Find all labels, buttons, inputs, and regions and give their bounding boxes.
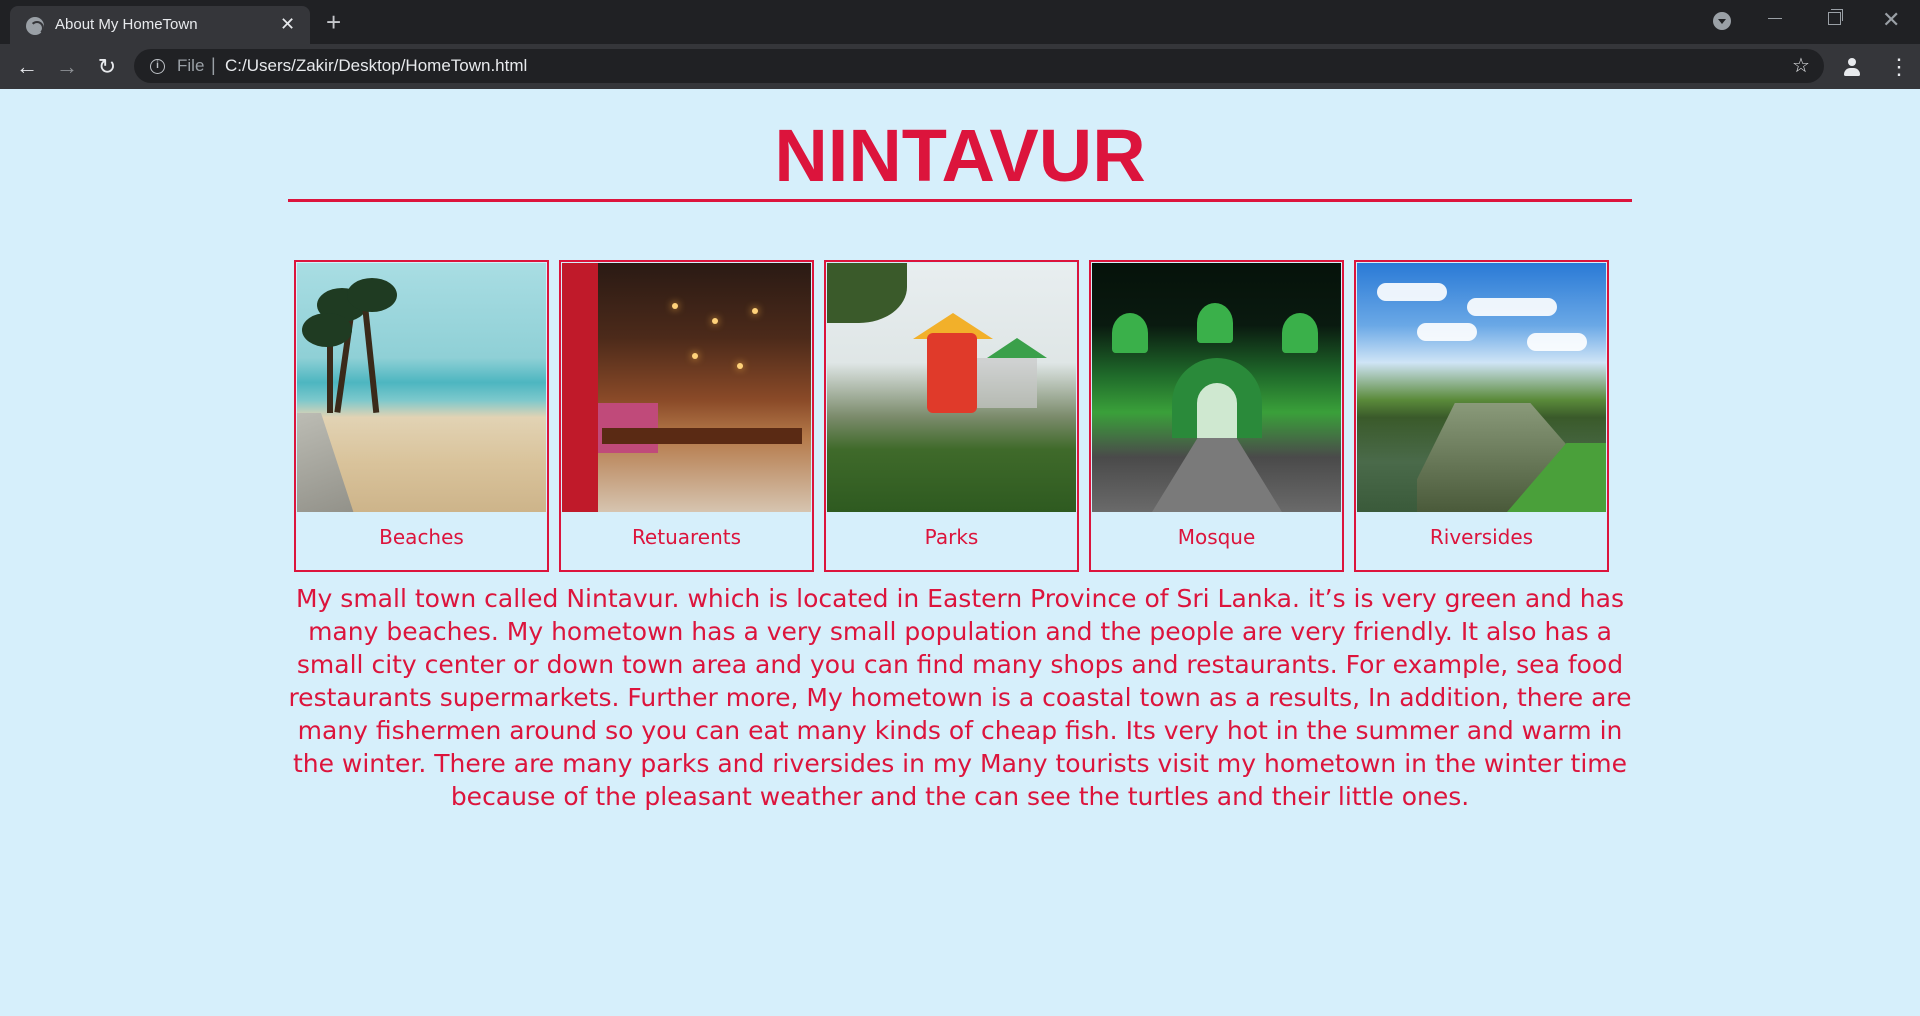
gallery-card-parks: Parks	[824, 260, 1079, 572]
url-text[interactable]: C:/Users/Zakir/Desktop/HomeTown.html	[225, 49, 527, 83]
reload-icon[interactable]: ↻	[92, 44, 122, 89]
address-bar[interactable]: i File | C:/Users/Zakir/Desktop/HomeTown…	[134, 49, 1824, 83]
park-image	[827, 263, 1076, 512]
back-icon[interactable]: ←	[12, 44, 42, 89]
info-icon[interactable]: i	[150, 59, 165, 74]
tab-search-icon[interactable]	[1713, 12, 1731, 30]
forward-icon[interactable]: →	[52, 44, 82, 89]
browser-tab-bar: About My HomeTown ✕ + ✕	[0, 0, 1920, 44]
mosque-image	[1092, 263, 1341, 512]
photo-gallery: Beaches Retuarents Parks Mosque Riversid…	[294, 260, 1620, 572]
tab-close-icon[interactable]: ✕	[280, 6, 295, 44]
tab-title: About My HomeTown	[55, 16, 198, 33]
gallery-caption: Retuarents	[631, 525, 742, 549]
riverside-image	[1357, 263, 1606, 512]
hometown-description: My small town called Nintavur. which is …	[288, 584, 1632, 811]
kebab-menu-icon[interactable]: ⋮	[1888, 44, 1910, 89]
page-content: NINTAVUR Beaches Retuarents Parks Mosque…	[0, 89, 1920, 1016]
restore-icon[interactable]	[1828, 9, 1843, 25]
gallery-card-beaches: Beaches	[294, 260, 549, 572]
restaurant-image	[562, 263, 811, 512]
page-title: NINTAVUR	[774, 114, 1146, 197]
new-tab-button[interactable]: +	[326, 4, 341, 40]
browser-tab[interactable]: About My HomeTown ✕	[10, 6, 310, 44]
minimize-icon[interactable]	[1768, 18, 1782, 19]
gallery-card-restaurants: Retuarents	[559, 260, 814, 572]
gallery-caption: Parks	[924, 525, 979, 549]
url-separator: |	[211, 55, 216, 75]
gallery-card-riversides: Riversides	[1354, 260, 1609, 572]
profile-icon[interactable]	[1842, 57, 1862, 77]
star-icon[interactable]: ☆	[1792, 49, 1810, 83]
gallery-card-mosque: Mosque	[1089, 260, 1344, 572]
title-divider	[288, 199, 1632, 202]
globe-icon	[26, 17, 44, 35]
browser-toolbar: ← → ↻ i File | C:/Users/Zakir/Desktop/Ho…	[0, 44, 1920, 89]
gallery-caption: Beaches	[379, 525, 464, 549]
gallery-caption: Mosque	[1177, 525, 1256, 549]
scheme-label: File	[177, 56, 205, 75]
window-close-icon[interactable]: ✕	[1882, 5, 1900, 35]
beach-image	[297, 263, 546, 512]
gallery-caption: Riversides	[1429, 525, 1534, 549]
